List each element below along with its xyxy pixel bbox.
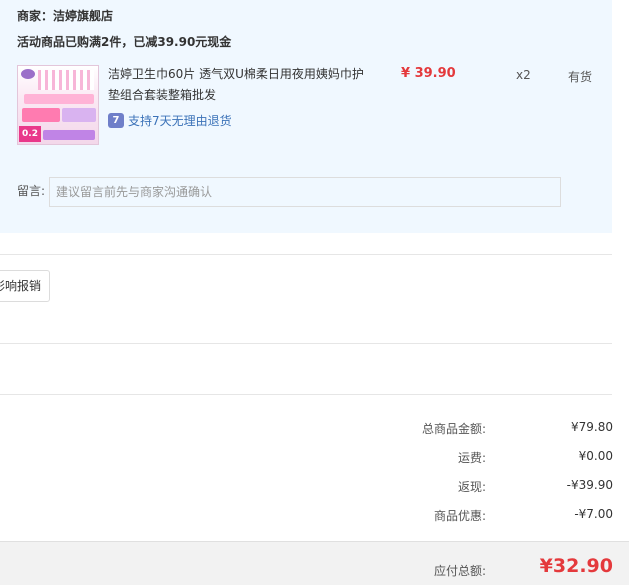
product-title[interactable]: 洁婷卫生巾60片 透气双U棉柔日用夜用姨妈巾护垫组合套装整箱批发 — [108, 64, 366, 106]
thumb-price-tag: 0.2 — [19, 126, 41, 142]
payable-total: ¥32.90 — [539, 555, 613, 577]
thumb-banner — [24, 94, 94, 104]
discount-value: -¥7.00 — [574, 507, 613, 521]
payment-footer: 应付总额: ¥32.90 — [0, 541, 629, 585]
shipping-label: 运费: — [457, 451, 486, 465]
pads-graphic — [38, 70, 94, 90]
invoice-button[interactable]: 影响报销 — [0, 270, 50, 302]
seven-day-return-icon: 7 — [108, 112, 124, 128]
order-card: 商家：洁婷旗舰店 活动商品已购满2件，已减39.90元现金 0.2 洁婷卫生巾6… — [0, 0, 612, 233]
thumb-badge-left — [22, 108, 60, 122]
product-quantity: x2 — [516, 68, 531, 82]
return-policy-badge[interactable]: 7 支持7天无理由退货 — [108, 111, 232, 129]
divider — [0, 343, 612, 344]
divider — [0, 394, 612, 395]
promotion-text: 活动商品已购满2件，已减39.90元现金 — [17, 35, 232, 49]
return-policy-text: 支持7天无理由退货 — [128, 113, 232, 128]
total-amount-value: ¥79.80 — [571, 420, 613, 434]
product-thumbnail[interactable]: 0.2 — [17, 65, 99, 145]
stock-status: 有货 — [568, 70, 593, 84]
divider — [0, 254, 612, 255]
thumb-badge-right — [62, 108, 96, 122]
cashback-value: -¥39.90 — [566, 478, 613, 492]
discount-label: 商品优惠: — [433, 509, 486, 523]
total-amount-label: 总商品金额: — [421, 422, 486, 436]
shipping-value: ¥0.00 — [578, 449, 613, 463]
cashback-label: 返现: — [457, 480, 486, 494]
shop-name: 商家：洁婷旗舰店 — [17, 9, 114, 23]
payable-label: 应付总额: — [433, 564, 486, 578]
remark-input[interactable] — [49, 177, 561, 207]
remark-label: 留言: — [17, 184, 46, 198]
thumb-strip — [43, 130, 95, 140]
brand-logo-icon — [21, 69, 35, 79]
product-price: ¥ 39.90 — [401, 66, 456, 81]
